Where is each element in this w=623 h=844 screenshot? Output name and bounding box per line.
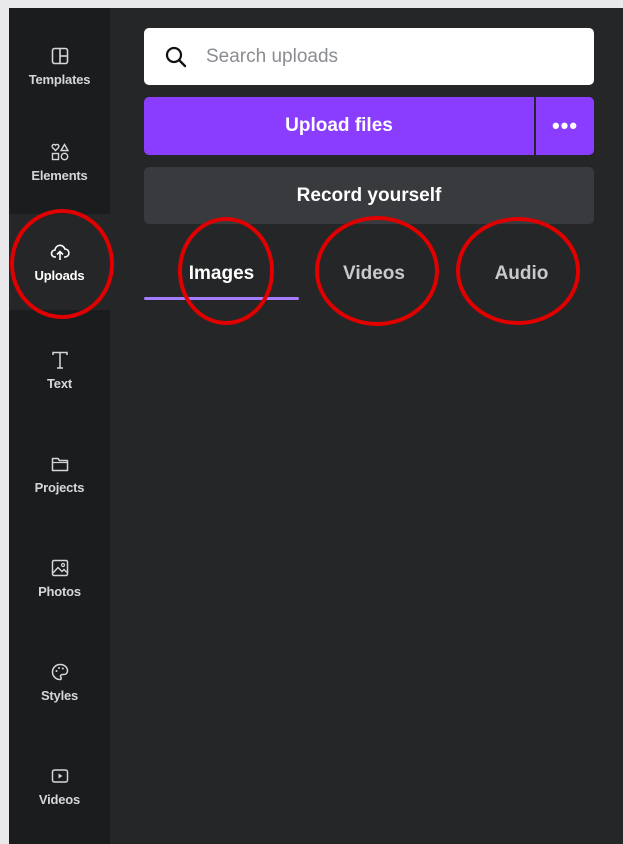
photo-icon xyxy=(50,558,70,578)
sidebar-item-label: Photos xyxy=(38,583,81,599)
video-play-icon xyxy=(50,766,70,786)
tab-images[interactable]: Images xyxy=(144,250,299,298)
sidebar-item-templates[interactable]: Templates xyxy=(9,18,110,114)
sidebar-item-elements[interactable]: Elements xyxy=(9,114,110,210)
palette-icon xyxy=(50,662,70,682)
tab-videos[interactable]: Videos xyxy=(299,250,449,298)
sidebar-item-label: Elements xyxy=(31,167,88,183)
folder-icon xyxy=(50,454,70,474)
sidebar-item-videos[interactable]: Videos xyxy=(9,738,110,834)
active-tab-indicator xyxy=(144,297,299,300)
sidebar-item-label: Uploads xyxy=(34,267,85,283)
upload-cloud-icon xyxy=(50,242,70,262)
sidebar-item-label: Templates xyxy=(28,71,91,87)
search-icon xyxy=(165,46,187,67)
tab-audio[interactable]: Audio xyxy=(449,250,594,298)
sidebar-item-label: Text xyxy=(47,375,72,391)
search-box xyxy=(144,28,594,85)
sidebar-item-styles[interactable]: Styles xyxy=(9,634,110,730)
templates-icon xyxy=(50,46,70,66)
sidebar-item-uploads[interactable]: Uploads xyxy=(9,214,110,310)
upload-files-button[interactable]: Upload files xyxy=(144,97,534,155)
sidebar-item-label: Projects xyxy=(34,479,85,495)
more-options-button[interactable]: ••• xyxy=(536,97,594,155)
sidebar-item-label: Styles xyxy=(40,687,79,703)
sidebar-item-text[interactable]: Text xyxy=(9,322,110,418)
elements-icon xyxy=(50,142,70,162)
text-icon xyxy=(50,350,70,370)
sidebar-item-photos[interactable]: Photos xyxy=(9,530,110,626)
record-yourself-button[interactable]: Record yourself xyxy=(144,167,594,224)
search-input[interactable] xyxy=(204,44,568,69)
sidebar-item-label: Videos xyxy=(38,791,81,807)
sidebar-item-projects[interactable]: Projects xyxy=(9,426,110,522)
